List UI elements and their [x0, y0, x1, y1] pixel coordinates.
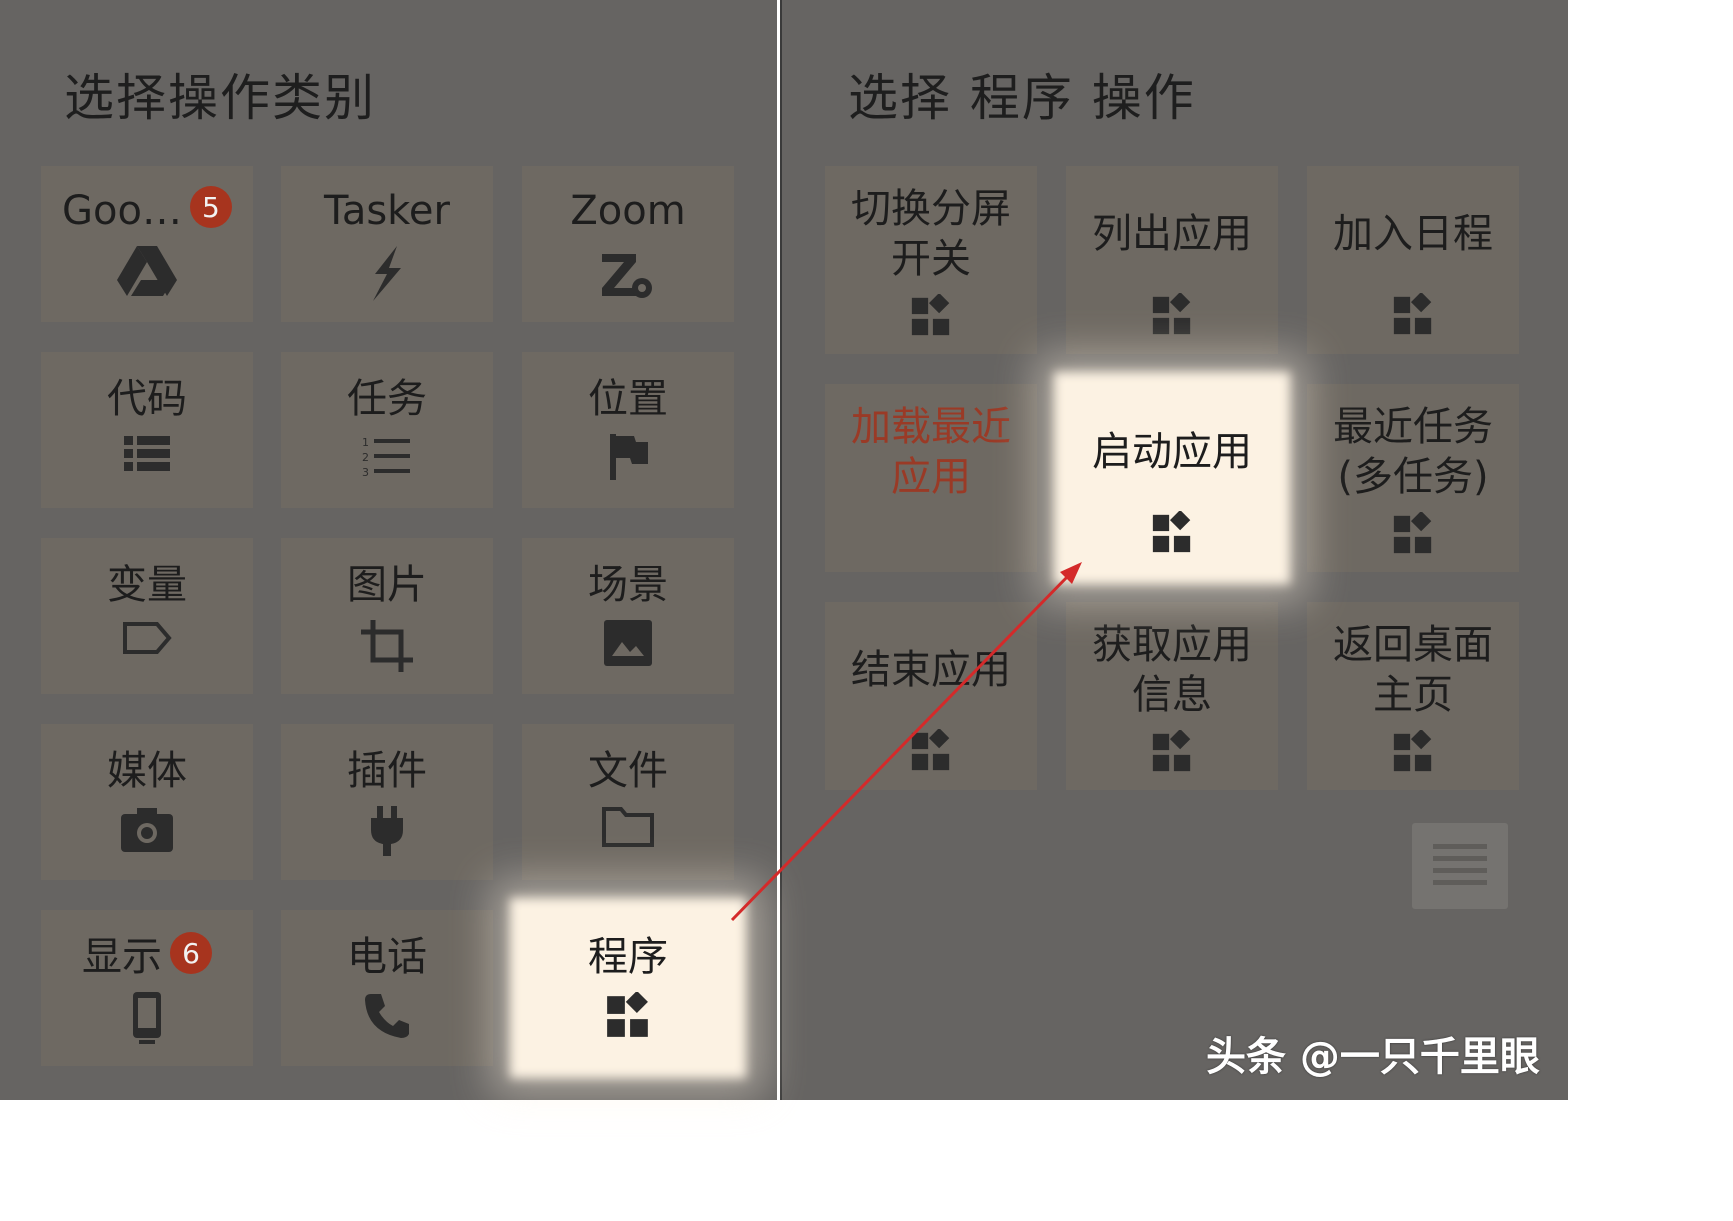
tile-label: Tasker [324, 188, 450, 234]
apps-icon [604, 992, 652, 1040]
category-code[interactable]: 代码 [41, 352, 253, 508]
notification-badge: 6 [170, 932, 212, 974]
action-launch-app[interactable]: 启动应用 [1066, 384, 1278, 572]
action-go-home[interactable]: 返回桌面 主页 [1307, 602, 1519, 790]
numbered-list-icon: 1 2 3 [362, 434, 412, 478]
apps-icon [909, 294, 953, 338]
tile-label: 结束应用 [851, 647, 1011, 693]
tile-label: 列出应用 [1092, 211, 1252, 257]
action-toggle-split-screen[interactable]: 切换分屏 开关 [825, 166, 1037, 354]
phone-device-icon [131, 992, 163, 1044]
category-google-drive[interactable]: Goo… 5 [41, 166, 253, 322]
tile-label: 场景 [588, 562, 668, 608]
tile-label: 任务 [347, 376, 427, 422]
tile-label: 返回桌面 主页 [1333, 622, 1493, 718]
folder-icon [601, 806, 655, 848]
category-program[interactable]: 程序 [522, 910, 734, 1066]
category-task[interactable]: 任务 1 2 3 [281, 352, 493, 508]
svg-text:2: 2 [362, 451, 369, 464]
apps-icon [1391, 293, 1435, 337]
lightning-icon [367, 246, 407, 301]
zoom-gear-icon [600, 246, 656, 301]
watermark: 头条 @一只千里眼 [1206, 1034, 1540, 1080]
category-panel: 选择操作类别 Goo… 5 Tasker Zoom 代码 任务 1 2 3 位置… [0, 0, 777, 1100]
tile-label: 加载最近 应用 [851, 404, 1011, 500]
category-variable[interactable]: 变量 [41, 538, 253, 694]
image-icon [604, 620, 652, 666]
category-location[interactable]: 位置 [522, 352, 734, 508]
category-media[interactable]: 媒体 [41, 724, 253, 880]
apps-icon [1150, 730, 1194, 774]
tile-label: 最近任务 (多任务) [1333, 404, 1493, 500]
menu-button[interactable] [1412, 823, 1508, 909]
tile-label: 变量 [107, 562, 187, 608]
menu-icon [1433, 840, 1487, 892]
tile-label: 媒体 [107, 748, 187, 794]
action-load-recent-apps[interactable]: 加载最近 应用 [825, 384, 1037, 572]
apps-icon [909, 729, 953, 773]
category-display[interactable]: 显示 6 [41, 910, 253, 1066]
category-tasker[interactable]: Tasker [281, 166, 493, 322]
tile-label: 显示 [82, 934, 162, 980]
tag-icon [121, 620, 173, 656]
category-file[interactable]: 文件 [522, 724, 734, 880]
action-get-app-info[interactable]: 获取应用 信息 [1066, 602, 1278, 790]
tile-label: 位置 [588, 376, 668, 422]
camera-icon [121, 806, 173, 852]
apps-icon [1150, 293, 1194, 337]
code-list-icon [124, 434, 170, 474]
panel-title: 选择 程序 操作 [848, 69, 1196, 127]
tile-label: 获取应用 信息 [1092, 622, 1252, 718]
action-list-apps[interactable]: 列出应用 [1066, 166, 1278, 354]
tile-label: 切换分屏 开关 [851, 186, 1011, 282]
category-plugin[interactable]: 插件 [281, 724, 493, 880]
plug-icon [369, 806, 405, 856]
program-action-panel: 选择 程序 操作 切换分屏 开关 列出应用 加入日程 加载最近 应用 启动应用 … [780, 0, 1568, 1100]
category-phone[interactable]: 电话 [281, 910, 493, 1066]
tile-label: 代码 [107, 376, 187, 422]
flag-icon [608, 434, 648, 480]
svg-text:1: 1 [362, 436, 369, 449]
panel-title: 选择操作类别 [64, 69, 376, 127]
tile-label: 插件 [347, 748, 427, 794]
tile-label: 电话 [347, 934, 427, 980]
crop-icon [361, 620, 413, 672]
tile-label: 加入日程 [1333, 211, 1493, 257]
phone-handset-icon [363, 992, 411, 1040]
tile-label: Goo… [62, 188, 182, 234]
apps-icon [1391, 512, 1435, 556]
tile-label: 文件 [588, 748, 668, 794]
notification-badge: 5 [189, 186, 232, 228]
tile-label: 启动应用 [1092, 429, 1252, 475]
category-scene[interactable]: 场景 [522, 538, 734, 694]
action-recent-tasks[interactable]: 最近任务 (多任务) [1307, 384, 1519, 572]
tile-label: Zoom [570, 188, 686, 234]
svg-text:3: 3 [362, 466, 369, 478]
category-image[interactable]: 图片 [281, 538, 493, 694]
apps-icon [1150, 511, 1194, 555]
category-zoom[interactable]: Zoom [522, 166, 734, 322]
apps-icon [1391, 730, 1435, 774]
google-drive-icon [117, 246, 177, 296]
action-add-to-calendar[interactable]: 加入日程 [1307, 166, 1519, 354]
tile-label: 图片 [347, 562, 427, 608]
tile-label: 程序 [588, 934, 668, 980]
action-kill-app[interactable]: 结束应用 [825, 602, 1037, 790]
bottom-border [0, 1100, 1568, 1103]
